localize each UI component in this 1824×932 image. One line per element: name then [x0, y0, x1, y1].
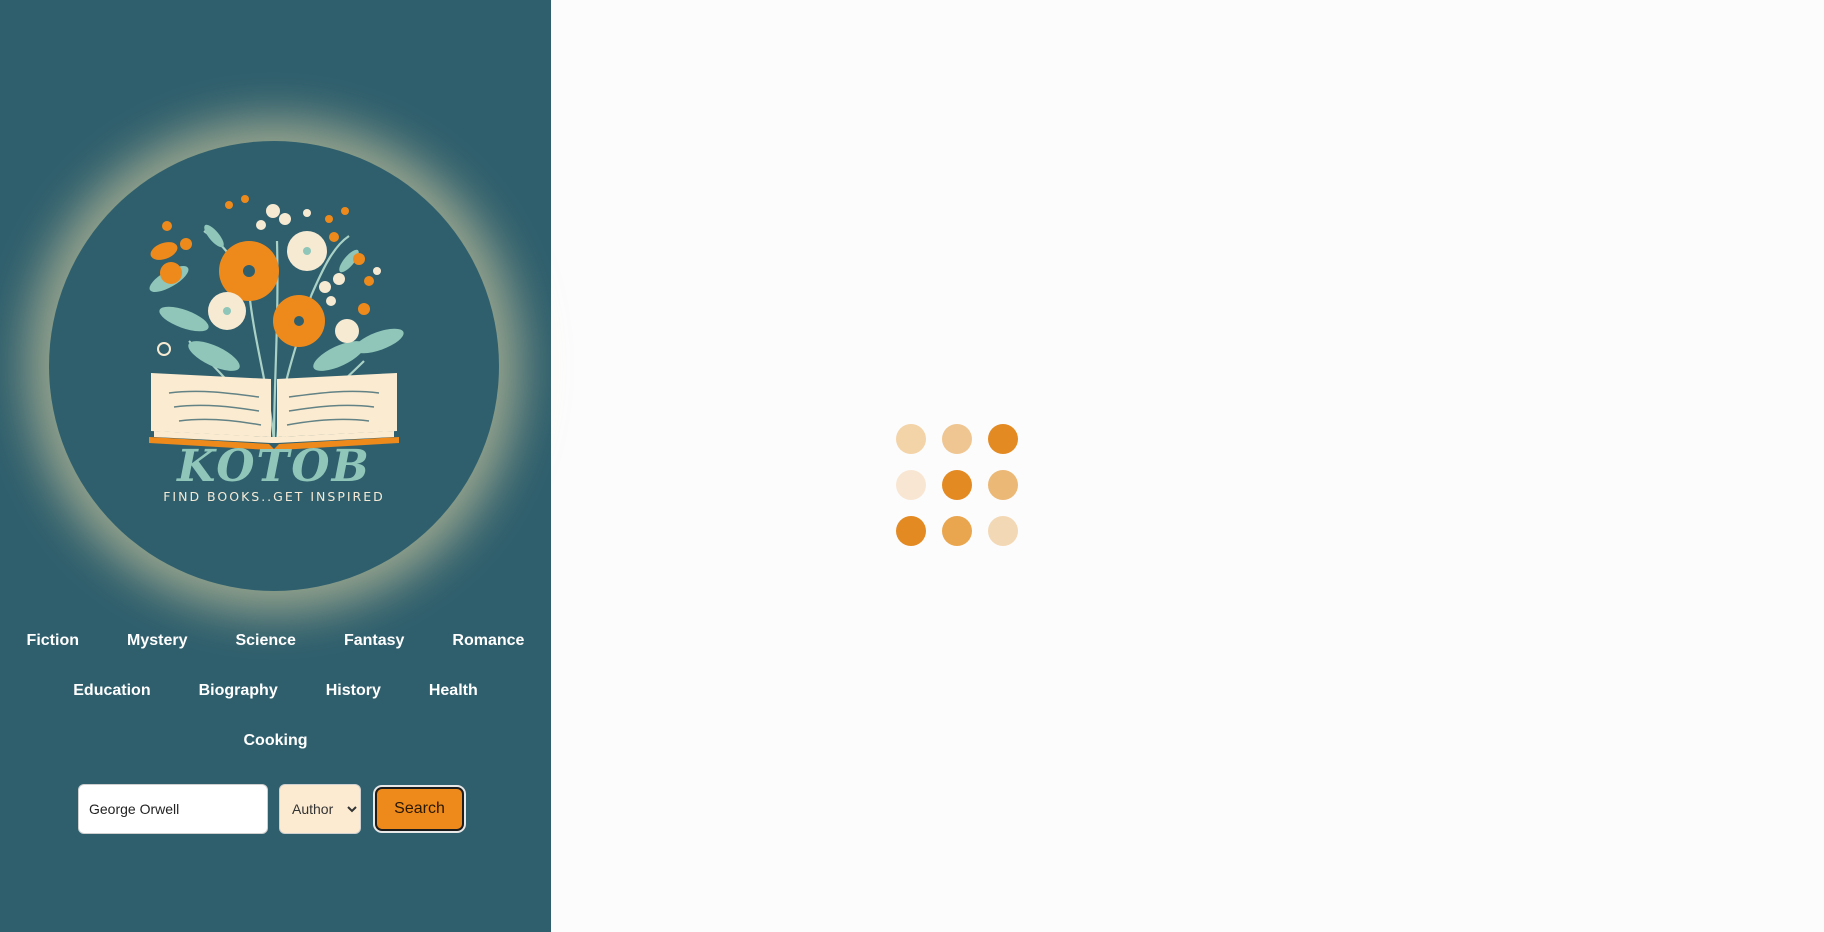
search-form: Author Search	[78, 784, 464, 834]
loader-dot	[988, 470, 1018, 500]
genre-link-romance[interactable]: Romance	[428, 625, 548, 661]
search-button[interactable]: Search	[375, 787, 464, 831]
loader-dot	[896, 470, 926, 500]
loader-dot	[988, 516, 1018, 546]
genre-link-biography[interactable]: Biography	[175, 675, 302, 711]
loader-dot	[942, 516, 972, 546]
logo: KOTOB FIND BOOKS..GET INSPIRED	[49, 141, 499, 591]
genre-link-health[interactable]: Health	[405, 675, 502, 711]
loading-dots-icon	[894, 422, 1018, 546]
search-input[interactable]	[78, 784, 268, 834]
brand-tagline: FIND BOOKS..GET INSPIRED	[163, 489, 385, 504]
genre-link-cooking[interactable]: Cooking	[220, 725, 332, 761]
genre-link-science[interactable]: Science	[211, 625, 319, 661]
genre-link-education[interactable]: Education	[49, 675, 174, 711]
brand-name: KOTOB	[177, 441, 371, 492]
genre-link-fiction[interactable]: Fiction	[3, 625, 103, 661]
loader-dot	[942, 470, 972, 500]
genre-link-mystery[interactable]: Mystery	[103, 625, 211, 661]
loader-dot	[942, 424, 972, 454]
sidebar: KOTOB FIND BOOKS..GET INSPIRED Fiction M…	[0, 0, 551, 932]
genre-link-history[interactable]: History	[302, 675, 405, 711]
loader-dot	[896, 424, 926, 454]
loader-dot	[988, 424, 1018, 454]
loader-dot	[896, 516, 926, 546]
search-type-select[interactable]: Author	[279, 784, 361, 834]
genre-link-fantasy[interactable]: Fantasy	[320, 625, 428, 661]
open-book-flowers-icon	[149, 195, 404, 455]
genre-nav: Fiction Mystery Science Fantasy Romance …	[0, 625, 551, 775]
